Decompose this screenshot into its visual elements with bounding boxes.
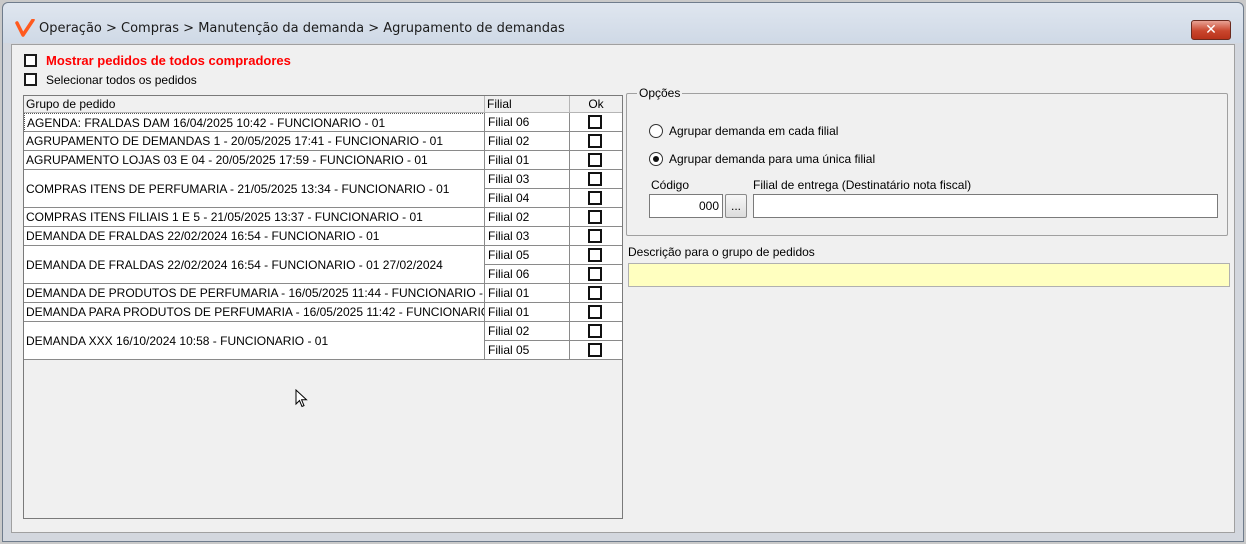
grid-row-filial[interactable]: Filial 02 xyxy=(485,132,570,151)
show-all-buyers-checkbox[interactable] xyxy=(24,54,37,67)
grid-row-name[interactable]: DEMANDA PARA PRODUTOS DE PERFUMARIA - 16… xyxy=(24,303,485,322)
grid-row-name[interactable]: DEMANDA XXX 16/10/2024 10:58 - FUNCIONAR… xyxy=(24,322,485,360)
grid-row-name[interactable]: AGENDA: FRALDAS DAM 16/04/2025 10:42 - F… xyxy=(24,113,485,132)
grid-row-ok-cell xyxy=(570,284,622,303)
grid-row-filial[interactable]: Filial 03 xyxy=(485,227,570,246)
mouse-cursor-icon xyxy=(295,389,308,408)
grid-row-filial[interactable]: Filial 01 xyxy=(485,284,570,303)
grid-row-filial[interactable]: Filial 05 xyxy=(485,246,570,265)
orders-grid[interactable]: Grupo de pedido Filial Ok AGENDA: FRALDA… xyxy=(23,95,623,519)
codigo-lookup-button[interactable]: ... xyxy=(725,194,747,218)
radio-dot xyxy=(653,156,659,162)
app-logo-icon xyxy=(15,19,35,37)
codigo-label: Código xyxy=(651,178,690,192)
ok-checkbox[interactable] xyxy=(588,267,602,281)
filial-entrega-label: Filial de entrega (Destinatário nota fis… xyxy=(753,178,972,192)
ok-checkbox[interactable] xyxy=(588,153,602,167)
title-bar: Operação > Compras > Manutenção da deman… xyxy=(3,3,1243,43)
grid-row-name[interactable]: DEMANDA DE PRODUTOS DE PERFUMARIA - 16/0… xyxy=(24,284,485,303)
radio-single-filial[interactable] xyxy=(649,152,663,166)
ok-checkbox[interactable] xyxy=(588,229,602,243)
ok-checkbox[interactable] xyxy=(588,210,602,224)
radio-each-filial[interactable] xyxy=(649,124,663,138)
grid-row-filial[interactable]: Filial 01 xyxy=(485,151,570,170)
filial-entrega-input[interactable] xyxy=(753,194,1218,218)
codigo-input[interactable]: 000 xyxy=(649,194,723,218)
grid-row-name[interactable]: COMPRAS ITENS FILIAIS 1 E 5 - 21/05/2025… xyxy=(24,208,485,227)
header-filial[interactable]: Filial xyxy=(485,96,570,113)
grid-row-ok-cell xyxy=(570,170,622,189)
radio-single-filial-label: Agrupar demanda para uma única filial xyxy=(669,152,876,166)
grid-row-ok-cell xyxy=(570,265,622,284)
select-all-orders-label: Selecionar todos os pedidos xyxy=(46,73,197,87)
ok-checkbox[interactable] xyxy=(588,305,602,319)
header-group[interactable]: Grupo de pedido xyxy=(24,96,485,113)
grid-row-ok-cell xyxy=(570,303,622,322)
ok-checkbox[interactable] xyxy=(588,286,602,300)
grid-row-name[interactable]: DEMANDA DE FRALDAS 22/02/2024 16:54 - FU… xyxy=(24,227,485,246)
ok-checkbox[interactable] xyxy=(588,172,602,186)
grid-row-filial[interactable]: Filial 06 xyxy=(485,265,570,284)
ok-checkbox[interactable] xyxy=(588,324,602,338)
close-button[interactable]: ✕ xyxy=(1191,20,1231,40)
ok-checkbox[interactable] xyxy=(588,115,602,129)
grid-row-filial[interactable]: Filial 01 xyxy=(485,303,570,322)
grid-row-filial[interactable]: Filial 02 xyxy=(485,322,570,341)
grid-row-ok-cell xyxy=(570,151,622,170)
grid-row-filial[interactable]: Filial 03 xyxy=(485,170,570,189)
close-icon: ✕ xyxy=(1205,22,1217,38)
grid-row-ok-cell xyxy=(570,132,622,151)
radio-each-filial-label: Agrupar demanda em cada filial xyxy=(669,124,839,138)
grid-header: Grupo de pedido Filial Ok xyxy=(24,96,622,113)
main-window: Operação > Compras > Manutenção da deman… xyxy=(2,2,1244,542)
client-area: Mostrar pedidos de todos compradores Sel… xyxy=(11,44,1235,533)
ok-checkbox[interactable] xyxy=(588,191,602,205)
ok-checkbox[interactable] xyxy=(588,134,602,148)
grid-row-ok-cell xyxy=(570,208,622,227)
grid-row-ok-cell xyxy=(570,189,622,208)
grid-row-ok-cell xyxy=(570,113,622,132)
grid-row-name[interactable]: COMPRAS ITENS DE PERFUMARIA - 21/05/2025… xyxy=(24,170,485,208)
ok-checkbox[interactable] xyxy=(588,343,602,357)
description-label: Descrição para o grupo de pedidos xyxy=(628,245,815,259)
grid-row-name[interactable]: DEMANDA DE FRALDAS 22/02/2024 16:54 - FU… xyxy=(24,246,485,284)
grid-row-ok-cell xyxy=(570,322,622,341)
grid-row-name[interactable]: AGRUPAMENTO DE DEMANDAS 1 - 20/05/2025 1… xyxy=(24,132,485,151)
header-ok[interactable]: Ok xyxy=(570,96,622,113)
ok-checkbox[interactable] xyxy=(588,248,602,262)
grid-row-name[interactable]: AGRUPAMENTO LOJAS 03 E 04 - 20/05/2025 1… xyxy=(24,151,485,170)
grid-row-filial[interactable]: Filial 02 xyxy=(485,208,570,227)
grid-row-filial[interactable]: Filial 06 xyxy=(485,113,570,132)
options-legend: Opções xyxy=(637,86,683,100)
options-group: Opções Agrupar demanda em cada filial Ag… xyxy=(626,86,1228,236)
show-all-buyers-label: Mostrar pedidos de todos compradores xyxy=(46,53,291,68)
grid-row-ok-cell xyxy=(570,341,622,360)
window-title: Operação > Compras > Manutenção da deman… xyxy=(39,21,565,36)
description-input[interactable] xyxy=(628,263,1230,287)
select-all-orders-checkbox[interactable] xyxy=(24,73,37,86)
grid-row-ok-cell xyxy=(570,246,622,265)
grid-row-filial[interactable]: Filial 05 xyxy=(485,341,570,360)
grid-row-filial[interactable]: Filial 04 xyxy=(485,189,570,208)
grid-row-ok-cell xyxy=(570,227,622,246)
